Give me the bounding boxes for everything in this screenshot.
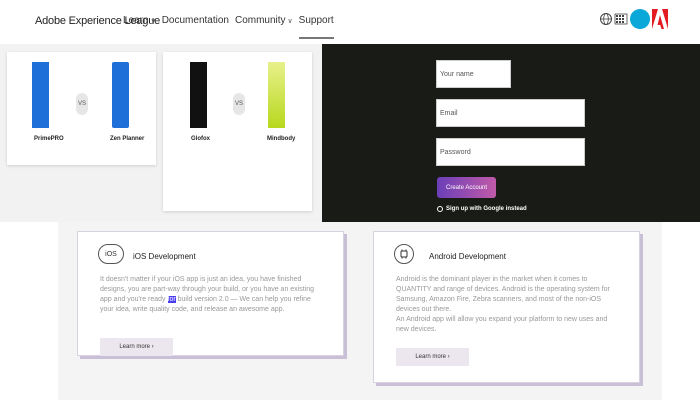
name-field[interactable]: Your name [436, 60, 511, 88]
android-title: Android Development [429, 252, 506, 261]
android-description: Android is the dominant player in the ma… [396, 276, 610, 333]
flag-icon[interactable] [614, 12, 628, 26]
ios-learn-more-button[interactable]: Learn more › [100, 338, 173, 356]
chevron-down-icon: ∨ [150, 18, 156, 25]
email-field[interactable]: Email [436, 99, 585, 127]
google-icon [437, 206, 443, 212]
main-nav: Learn ∨ Documentation Community ∨ Support [123, 15, 340, 39]
ios-icon: iOS [98, 244, 124, 264]
comparison-card-1[interactable]: VS PrimePRO Zen Planner [7, 52, 156, 165]
nav-community[interactable]: Community ∨ [235, 15, 293, 39]
google-signup-link[interactable]: Sign up with Google instead [437, 206, 527, 212]
top-navigation: Adobe Experience League Learn ∨ Documenta… [0, 0, 700, 44]
primepro-logo [32, 62, 49, 128]
mindbody-label: Mindbody [267, 136, 296, 142]
glofox-logo [190, 62, 207, 128]
android-service-card: Android Development Android is the domin… [373, 231, 640, 383]
ios-service-card: iOS iOS Development It doesn't matter if… [77, 231, 344, 356]
nav-learn[interactable]: Learn ∨ [123, 15, 156, 39]
page: Adobe Experience League Learn ∨ Documenta… [0, 0, 700, 400]
nav-support[interactable]: Support [298, 15, 334, 39]
signup-panel [322, 44, 700, 222]
zen-planner-logo [112, 62, 129, 128]
ios-description: It doesn't matter if your iOS app is jus… [100, 276, 315, 313]
ios-title: iOS Development [133, 252, 196, 261]
android-icon [394, 244, 414, 264]
vs-badge: VS [233, 93, 245, 115]
chevron-down-icon: ∨ [287, 18, 293, 25]
password-field[interactable]: Password [436, 138, 585, 166]
comparison-card-2[interactable]: VS Glofox Mindbody [163, 52, 312, 211]
vs-badge: VS [76, 93, 88, 115]
mindbody-logo [268, 62, 285, 128]
android-learn-more-button[interactable]: Learn more › [396, 348, 469, 366]
nav-documentation[interactable]: Documentation [162, 15, 229, 39]
globe-icon[interactable] [599, 12, 613, 26]
zen-planner-label: Zen Planner [110, 136, 145, 142]
glofox-label: Glofox [191, 136, 210, 142]
primepro-label: PrimePRO [34, 136, 64, 142]
highlighted-word: for [167, 296, 176, 303]
header-icons [599, 9, 668, 29]
create-account-button[interactable]: Create Account [437, 177, 496, 198]
avatar[interactable] [630, 9, 650, 29]
adobe-logo[interactable] [652, 9, 668, 29]
